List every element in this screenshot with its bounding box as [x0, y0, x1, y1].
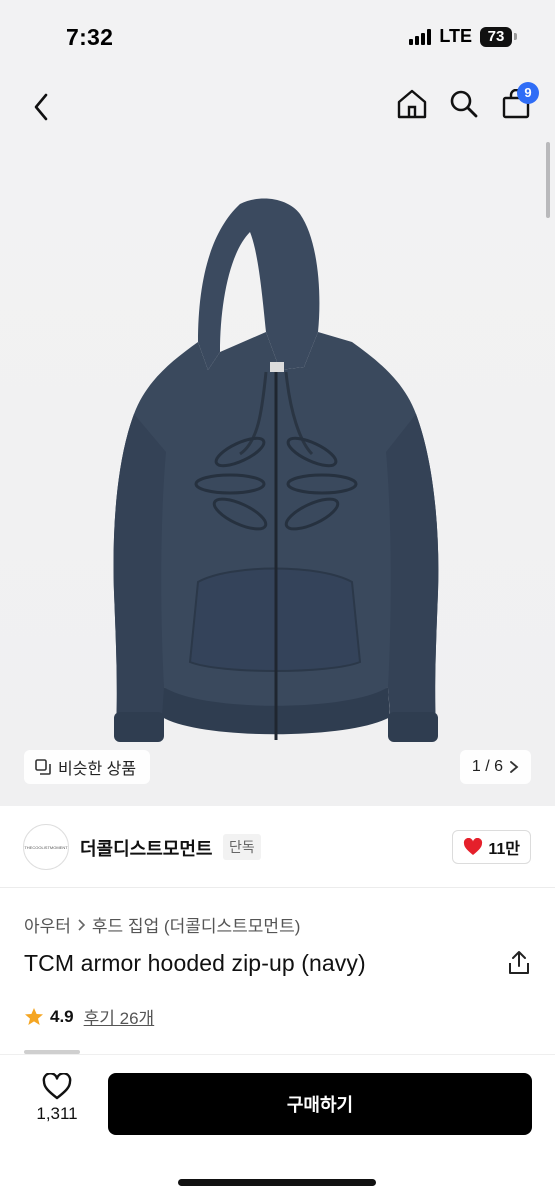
similar-products-label: 비슷한 상품	[58, 761, 137, 778]
status-bar: 7:32 LTE 73	[0, 0, 555, 72]
bottom-action-bar: 1,311 구매하기	[0, 1054, 555, 1200]
rating-score: 4.9	[50, 1006, 74, 1026]
breadcrumb: 아우터 후드 집업 (더콜디스트모먼트)	[24, 912, 300, 937]
heart-outline-icon	[42, 1073, 72, 1100]
breadcrumb-root[interactable]: 아우터	[24, 912, 71, 937]
buy-button[interactable]: 구매하기	[108, 1073, 532, 1135]
home-button[interactable]	[395, 86, 429, 122]
share-icon	[509, 951, 529, 974]
wishlist-button[interactable]: 1,311	[24, 1073, 90, 1124]
cart-button[interactable]: 9	[499, 82, 539, 122]
image-pager[interactable]: 1 / 6	[459, 750, 531, 784]
top-nav: 9	[0, 72, 555, 142]
cart-badge: 9	[517, 82, 539, 104]
chevron-left-icon	[34, 93, 48, 121]
breadcrumb-category[interactable]: 후드 집업 (더콜디스트모먼트)	[92, 912, 300, 937]
star-icon	[25, 1007, 43, 1025]
review-link[interactable]: 후기 26개	[84, 1004, 155, 1029]
home-icon	[397, 89, 427, 119]
wishlist-count: 1,311	[36, 1104, 78, 1123]
home-indicator	[178, 1179, 376, 1186]
battery-icon: 73	[480, 26, 517, 47]
brand-like-button[interactable]: 11만	[452, 830, 531, 864]
signal-icon	[409, 28, 432, 45]
battery-level: 73	[480, 26, 512, 47]
copy-icon	[35, 759, 51, 775]
chevron-right-icon	[510, 761, 519, 773]
network-label: LTE	[439, 26, 472, 46]
page-scroll-indicator	[546, 142, 550, 218]
brand-name[interactable]: 더콜디스트모먼트	[80, 835, 212, 861]
product-image-carousel[interactable]: 비슷한 상품 1 / 6	[0, 142, 555, 806]
brand-logo[interactable]: THECOOLISTMOMENT	[23, 824, 69, 870]
brand-like-count: 11만	[488, 841, 520, 858]
product-image	[113, 198, 439, 742]
product-title: TCM armor hooded zip-up (navy)	[24, 950, 366, 976]
image-pager-label: 1 / 6	[471, 758, 503, 775]
back-button[interactable]	[26, 90, 56, 124]
brand-row[interactable]: THECOOLISTMOMENT 더콜디스트모먼트 단독 11만	[0, 806, 555, 888]
search-button[interactable]	[447, 86, 481, 122]
rating-row: 4.9 후기 26개	[24, 1004, 154, 1029]
share-button[interactable]	[507, 950, 531, 976]
status-time: 7:32	[66, 24, 114, 50]
search-icon	[450, 90, 478, 118]
similar-products-button[interactable]: 비슷한 상품	[24, 750, 151, 784]
exclusive-badge: 단독	[223, 834, 261, 860]
status-indicators: LTE 73	[409, 26, 517, 47]
chevron-right-icon	[78, 918, 86, 931]
heart-filled-icon	[464, 838, 483, 855]
